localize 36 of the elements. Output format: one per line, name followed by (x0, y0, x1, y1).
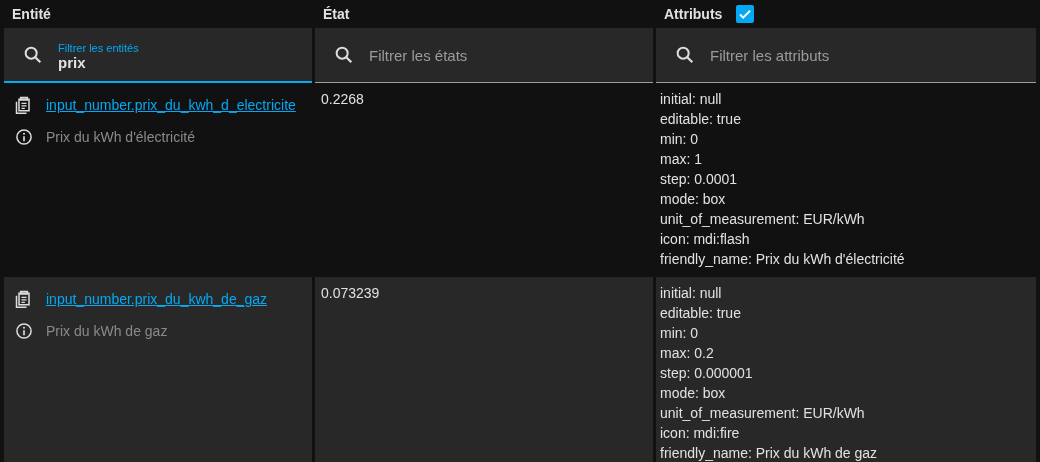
filter-input[interactable]: Filtrer les attributs (710, 46, 950, 64)
attribute-line: unit_of_measurement: EUR/kWh (660, 404, 865, 423)
attribute-line: editable: true (660, 110, 741, 129)
attribute-line: icon: mdi:fire (660, 424, 740, 443)
info-icon[interactable] (14, 321, 34, 341)
friendly-name: Prix du kWh d'électricité (46, 129, 195, 145)
friendly-name: Prix du kWh de gaz (46, 323, 168, 339)
attribute-line: friendly_name: Prix du kWh de gaz (660, 444, 878, 462)
attribute-line: unit_of_measurement: EUR/kWh (660, 210, 865, 229)
attribute-line: max: 1 (660, 150, 702, 169)
attribute-line: mode: box (660, 384, 726, 403)
state-value: 0.2268 (321, 91, 364, 107)
attribute-line: icon: mdi:flash (660, 230, 750, 249)
attribute-line: max: 0.2 (660, 344, 714, 363)
entity-link[interactable]: input_number.prix_du_kwh_de_gaz (46, 291, 268, 307)
attribute-line: initial: null (660, 284, 722, 303)
attribute-line: min: 0 (660, 130, 699, 149)
column-header: État (323, 6, 350, 22)
filter-input[interactable]: Filtrer les états (369, 46, 609, 64)
attribute-line: editable: true (660, 304, 741, 323)
search-icon (674, 44, 696, 66)
column-header: Entité (12, 6, 51, 22)
entity-link[interactable]: input_number.prix_du_kwh_d_electricite (46, 97, 296, 113)
attribute-line: friendly_name: Prix du kWh d'électricité (660, 250, 905, 269)
field-label: Filtrer les entités (58, 42, 140, 54)
attribute-line: mode: box (660, 190, 726, 209)
info-icon[interactable] (14, 127, 34, 147)
filter-input[interactable]: prix (58, 54, 298, 71)
checkbox[interactable] (736, 5, 755, 23)
state-value: 0.073239 (321, 285, 380, 301)
attribute-line: step: 0.000001 (660, 364, 753, 383)
attribute-line: min: 0 (660, 324, 699, 343)
attribute-line: initial: null (660, 90, 722, 109)
search-icon (333, 44, 355, 66)
attribute-line: step: 0.0001 (660, 170, 738, 189)
column-header: Attributs (664, 6, 723, 22)
